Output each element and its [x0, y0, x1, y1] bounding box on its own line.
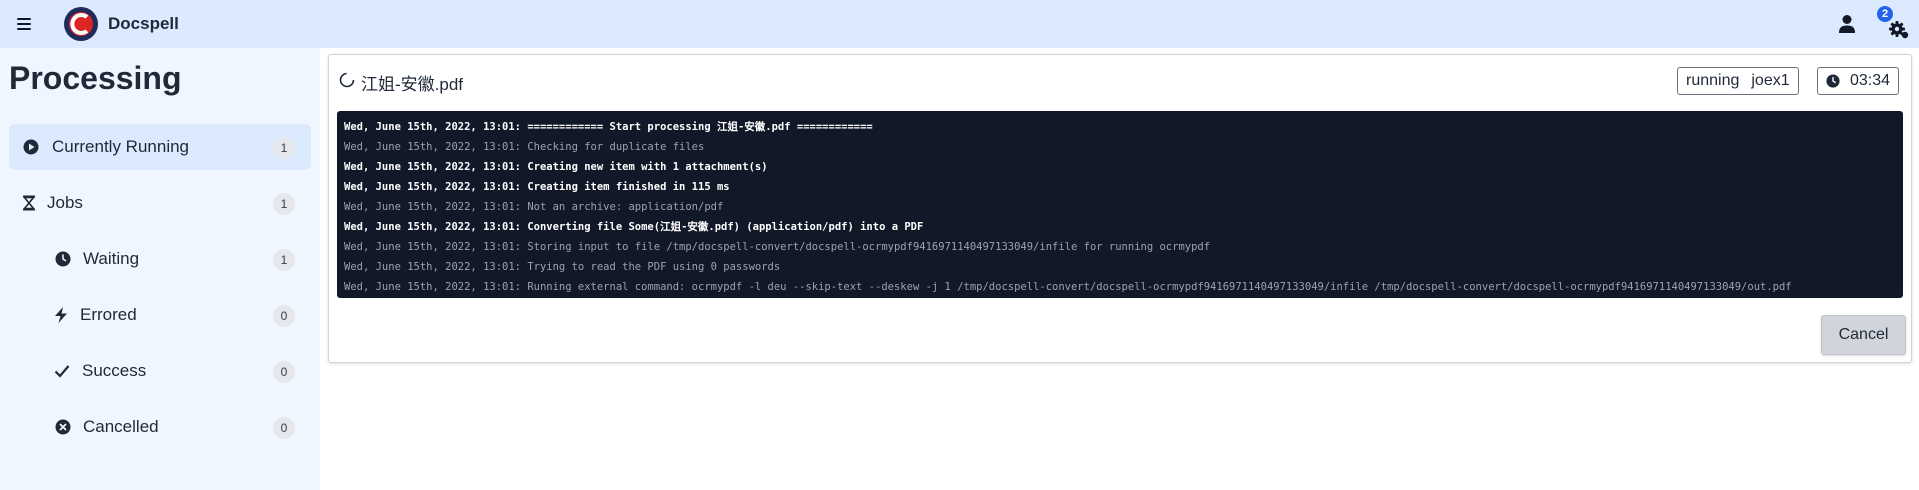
times-circle-icon — [55, 419, 71, 435]
log-line: Wed, June 15th, 2022, 13:01: Creating ne… — [344, 161, 768, 173]
sidebar-item-waiting[interactable]: Waiting 1 — [9, 236, 311, 282]
page-title: Processing — [9, 60, 182, 96]
count-badge: 1 — [273, 137, 295, 159]
clock-icon — [55, 251, 71, 267]
log-line: Wed, June 15th, 2022, 13:01: Converting … — [344, 221, 924, 233]
clock-icon — [1826, 74, 1840, 88]
hamburger-icon-bar — [17, 28, 31, 30]
job-duration-label: 03:34 — [1817, 67, 1900, 95]
count-badge: 1 — [273, 249, 295, 271]
bolt-icon — [53, 307, 69, 323]
job-file-name: 江姐-安徽.pdf — [361, 75, 464, 94]
play-circle-icon — [23, 139, 39, 155]
log-line: Wed, June 15th, 2022, 13:01: ===========… — [344, 121, 873, 133]
check-icon — [54, 363, 70, 379]
sidebar: Processing Currently Running 1 Jobs 1 Wa… — [0, 48, 320, 490]
count-badge: 1 — [273, 193, 295, 215]
log-line: Wed, June 15th, 2022, 13:01: Not an arch… — [344, 201, 724, 213]
job-duration: 03:34 — [1850, 72, 1891, 89]
job-status-label: running joex1 — [1677, 67, 1799, 95]
job-state: running — [1686, 72, 1740, 89]
user-icon[interactable] — [1836, 13, 1858, 35]
sidebar-item-label: Jobs — [47, 193, 83, 212]
sidebar-item-cancelled[interactable]: Cancelled 0 — [9, 404, 311, 450]
job-card: 江姐-安徽.pdf running joex1 03:34 Wed, June … — [328, 54, 1912, 363]
docspell-logo[interactable] — [63, 6, 99, 42]
sidebar-item-label: Errored — [80, 305, 137, 324]
job-log-panel[interactable]: Wed, June 15th, 2022, 13:01: ===========… — [337, 111, 1903, 298]
hamburger-menu-button[interactable] — [12, 12, 36, 36]
count-badge: 0 — [273, 361, 295, 383]
log-line: Wed, June 15th, 2022, 13:01: Checking fo… — [344, 141, 705, 153]
hamburger-icon-bar — [17, 18, 31, 20]
cancel-button[interactable]: Cancel — [1821, 315, 1906, 355]
log-line: Wed, June 15th, 2022, 13:01: Trying to r… — [344, 261, 781, 273]
sidebar-item-label: Success — [82, 361, 147, 380]
hourglass-icon — [21, 195, 37, 211]
sidebar-item-success[interactable]: Success 0 — [9, 348, 311, 394]
sidebar-item-errored[interactable]: Errored 0 — [9, 292, 311, 338]
app-name[interactable]: Docspell — [108, 14, 179, 34]
sidebar-item-label: Currently Running — [52, 137, 190, 156]
notification-badge: 2 — [1877, 6, 1893, 22]
sidebar-item-label: Waiting — [83, 249, 140, 268]
log-line: Wed, June 15th, 2022, 13:01: Creating it… — [344, 181, 730, 193]
log-line: Wed, June 15th, 2022, 13:01: Running ext… — [344, 281, 1792, 293]
sidebar-item-currently-running[interactable]: Currently Running 1 — [9, 124, 311, 170]
log-line: Wed, June 15th, 2022, 13:01: Storing inp… — [344, 241, 1211, 253]
count-badge: 0 — [273, 305, 295, 327]
count-badge: 0 — [273, 417, 295, 439]
job-worker: joex1 — [1751, 72, 1790, 89]
sidebar-item-jobs[interactable]: Jobs 1 — [9, 180, 311, 226]
hamburger-icon-bar — [17, 23, 31, 25]
spinner-icon — [339, 72, 355, 88]
sidebar-item-label: Cancelled — [83, 417, 159, 436]
top-bar: Docspell 2 — [0, 0, 1919, 48]
